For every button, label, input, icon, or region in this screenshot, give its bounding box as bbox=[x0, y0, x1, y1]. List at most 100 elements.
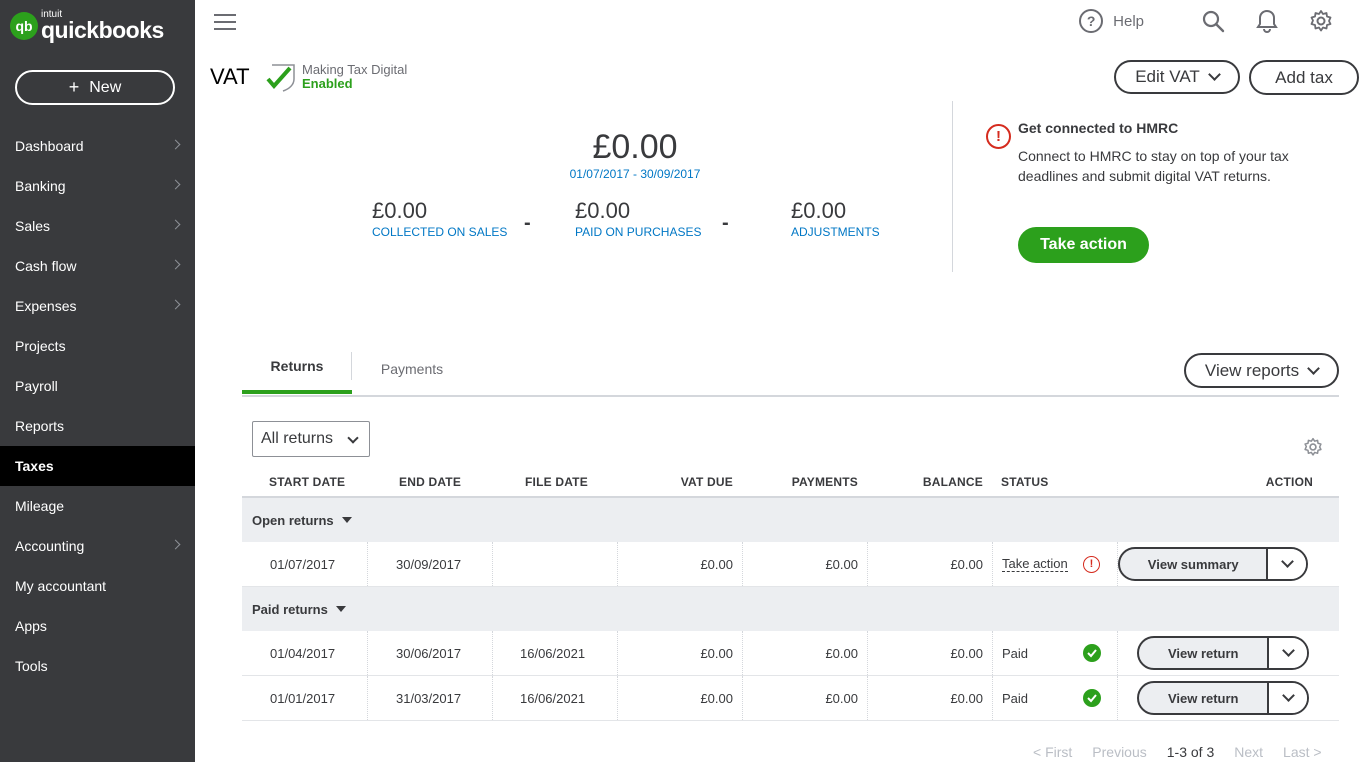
status-take-action-link[interactable]: Take action bbox=[1002, 556, 1068, 572]
table-row: 01/04/2017 30/06/2017 16/06/2021 £0.00 £0.00… bbox=[242, 631, 1339, 676]
sidebar-item-accounting[interactable]: Accounting bbox=[0, 526, 195, 566]
column-divider bbox=[617, 676, 618, 720]
vat-total: £0.00 bbox=[592, 128, 678, 166]
sidebar-item-expenses[interactable]: Expenses bbox=[0, 286, 195, 326]
col-end-date[interactable]: END DATE bbox=[399, 465, 461, 498]
column-divider bbox=[617, 631, 618, 675]
cell-vat-due: £0.00 bbox=[700, 556, 733, 572]
view-reports-button[interactable]: View reports bbox=[1184, 353, 1339, 388]
sidebar-item-my-accountant[interactable]: My accountant bbox=[0, 566, 195, 606]
quickbooks-logo[interactable]: qb intuit quickbooks bbox=[10, 10, 164, 42]
cell-status-icon bbox=[1083, 631, 1101, 675]
cell-payments: £0.00 bbox=[825, 645, 858, 661]
cell-status: Take action bbox=[1002, 542, 1068, 586]
notifications-bell-icon[interactable] bbox=[1254, 8, 1280, 34]
sidebar-item-sales[interactable]: Sales bbox=[0, 206, 195, 246]
collected-amount: £0.00 bbox=[372, 198, 428, 223]
col-status[interactable]: STATUS bbox=[1001, 465, 1048, 498]
sidebar-item-reports[interactable]: Reports bbox=[0, 406, 195, 446]
col-file-date[interactable]: FILE DATE bbox=[525, 465, 588, 498]
search-icon[interactable] bbox=[1200, 8, 1226, 34]
plus-icon: + bbox=[68, 77, 80, 97]
add-tax-label: Add tax bbox=[1275, 67, 1333, 87]
sidebar-item-banking[interactable]: Banking bbox=[0, 166, 195, 206]
paid-amount: £0.00 bbox=[575, 198, 631, 223]
cell-vat-due: £0.00 bbox=[700, 645, 733, 661]
sidebar-item-taxes[interactable]: Taxes bbox=[0, 446, 195, 486]
col-start-date[interactable]: START DATE bbox=[269, 465, 345, 498]
add-tax-button[interactable]: Add tax bbox=[1249, 60, 1359, 95]
sidebar-item-mileage[interactable]: Mileage bbox=[0, 486, 195, 526]
alert-icon: ! bbox=[986, 124, 1011, 149]
pager-last[interactable]: Last > bbox=[1283, 744, 1322, 760]
column-divider bbox=[492, 631, 493, 675]
logo-brand-text: quickbooks bbox=[41, 17, 164, 43]
chevron-right-icon bbox=[170, 179, 181, 190]
divider bbox=[952, 101, 953, 272]
returns-filter-value: All returns bbox=[261, 430, 334, 447]
cell-status: Paid bbox=[1002, 631, 1028, 675]
adjustments-label[interactable]: ADJUSTMENTS bbox=[791, 225, 880, 239]
caret-down-icon bbox=[341, 517, 352, 523]
cell-start-date: 01/01/2017 bbox=[270, 690, 336, 706]
new-button[interactable]: + New bbox=[15, 70, 175, 105]
sidebar-item-label: Projects bbox=[15, 338, 66, 354]
column-divider bbox=[492, 676, 493, 720]
view-return-button[interactable]: View return bbox=[1139, 683, 1270, 713]
tab-separator bbox=[351, 352, 352, 380]
cell-status-icon bbox=[1083, 676, 1101, 720]
sidebar-item-cash-flow[interactable]: Cash flow bbox=[0, 246, 195, 286]
col-balance[interactable]: BALANCE bbox=[923, 465, 983, 498]
paid-label[interactable]: PAID ON PURCHASES bbox=[575, 225, 701, 239]
help-button[interactable]: ? Help bbox=[1079, 9, 1144, 33]
col-payments[interactable]: PAYMENTS bbox=[792, 465, 858, 498]
view-summary-button[interactable]: View summary bbox=[1120, 549, 1269, 579]
returns-filter-select[interactable]: All returns bbox=[252, 421, 370, 457]
sidebar-item-tools[interactable]: Tools bbox=[0, 646, 195, 686]
pager-previous[interactable]: Previous bbox=[1092, 744, 1146, 760]
col-vat-due[interactable]: VAT DUE bbox=[681, 465, 733, 498]
tab-payments[interactable]: Payments bbox=[362, 342, 462, 395]
table-settings-gear-icon[interactable] bbox=[1303, 437, 1323, 457]
tab-returns[interactable]: Returns bbox=[242, 342, 352, 394]
tab-bar: Returns Payments bbox=[242, 342, 1339, 397]
column-divider bbox=[867, 542, 868, 586]
settings-gear-icon[interactable] bbox=[1308, 8, 1334, 34]
returns-table: START DATE END DATE FILE DATE VAT DUE PA… bbox=[242, 465, 1339, 721]
column-divider bbox=[367, 676, 368, 720]
cell-end-date: 30/09/2017 bbox=[396, 556, 462, 572]
help-icon: ? bbox=[1079, 9, 1104, 33]
sidebar-item-payroll[interactable]: Payroll bbox=[0, 366, 195, 406]
action-dropdown-button[interactable] bbox=[1269, 683, 1307, 713]
open-returns-group[interactable]: Open returns bbox=[242, 498, 1339, 542]
pager-next[interactable]: Next bbox=[1234, 744, 1263, 760]
column-divider bbox=[992, 542, 993, 586]
paid-returns-group[interactable]: Paid returns bbox=[242, 587, 1339, 631]
chevron-down-icon bbox=[1207, 68, 1221, 81]
sidebar-item-dashboard[interactable]: Dashboard bbox=[0, 126, 195, 166]
pagination: < First Previous 1-3 of 3 Next Last > bbox=[1013, 744, 1322, 760]
action-dropdown-button[interactable] bbox=[1268, 549, 1306, 579]
sidebar-item-label: Apps bbox=[15, 618, 47, 634]
sidebar-item-projects[interactable]: Projects bbox=[0, 326, 195, 366]
sidebar-item-label: Sales bbox=[15, 218, 51, 234]
adjustments-amount: £0.00 bbox=[791, 198, 847, 223]
action-split-button: View return bbox=[1137, 681, 1309, 715]
sidebar-item-apps[interactable]: Apps bbox=[0, 606, 195, 646]
cell-payments: £0.00 bbox=[825, 690, 858, 706]
edit-vat-button[interactable]: Edit VAT bbox=[1114, 60, 1240, 94]
sidebar-item-label: Taxes bbox=[15, 458, 54, 474]
action-split-button: View summary bbox=[1118, 547, 1308, 581]
vat-period-range[interactable]: 01/07/2017 - 30/09/2017 bbox=[535, 167, 735, 181]
take-action-button[interactable]: Take action bbox=[1018, 227, 1149, 263]
sidebar-item-label: Mileage bbox=[15, 498, 65, 514]
hamburger-menu-icon[interactable] bbox=[214, 14, 236, 35]
cell-payments: £0.00 bbox=[825, 556, 858, 572]
collected-label[interactable]: COLLECTED ON SALES bbox=[372, 225, 507, 239]
column-divider bbox=[742, 631, 743, 675]
pager-first[interactable]: < First bbox=[1033, 744, 1072, 760]
caret-down-icon bbox=[335, 606, 346, 612]
hmrc-body: Connect to HMRC to stay on top of your t… bbox=[1018, 148, 1289, 184]
action-dropdown-button[interactable] bbox=[1269, 638, 1307, 668]
view-return-button[interactable]: View return bbox=[1139, 638, 1270, 668]
